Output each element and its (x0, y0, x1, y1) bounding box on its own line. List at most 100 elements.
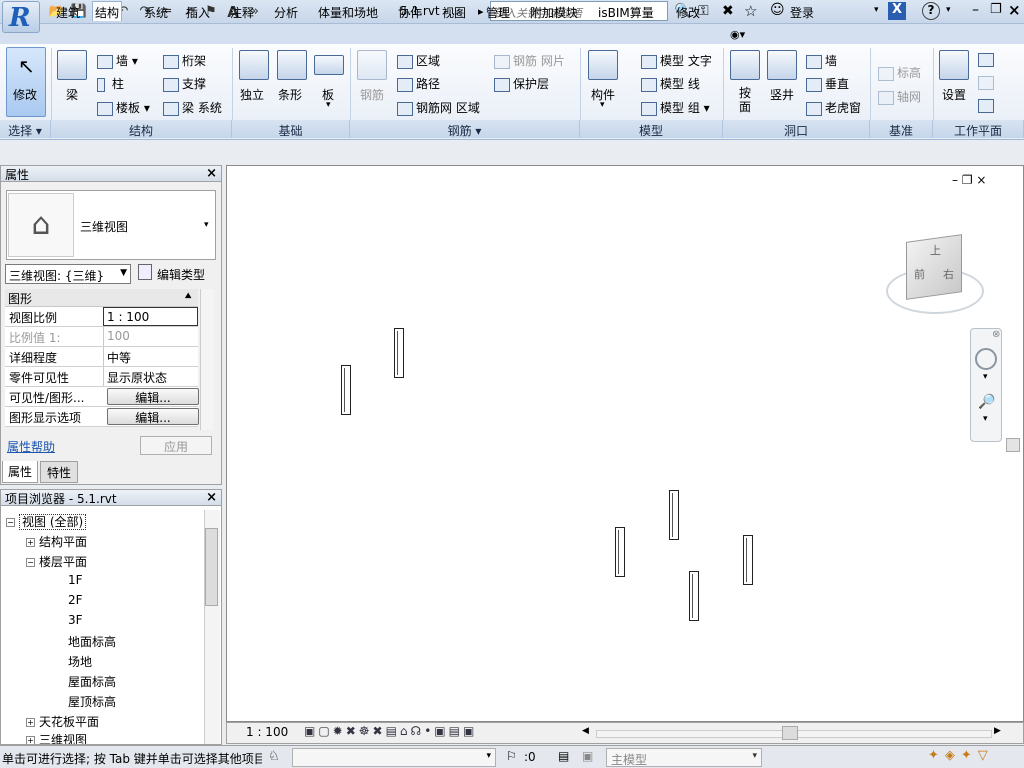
model-line-button[interactable]: 模型 线 (641, 75, 700, 92)
scroll-right-icon[interactable]: ▶ (994, 726, 1001, 736)
canvas-scroll-thumb[interactable] (1006, 438, 1020, 452)
properties-help-link[interactable]: 属性帮助 (7, 438, 55, 455)
tree-item-ground-level[interactable]: 地面标高 (68, 633, 116, 650)
model-selector[interactable]: 主模型 ▾ (606, 748, 762, 767)
view-scale[interactable]: 1 : 100 (246, 725, 288, 739)
expand-icon[interactable]: + (26, 718, 35, 727)
editing-requests-icon[interactable]: ⚐ (506, 749, 517, 763)
vg-edit-button[interactable]: 编辑... (107, 388, 199, 405)
workset-icon[interactable]: ♘ (268, 749, 280, 764)
isolated-foundation-icon[interactable] (239, 50, 269, 80)
view-control-icons[interactable]: ▣▢✹✖☸✖▤⌂☊•▣▤▣ (304, 724, 477, 738)
viewcube-right[interactable]: 右 (943, 266, 954, 282)
tab-collaborate[interactable]: 协作 (396, 3, 424, 21)
selection-filter-icons[interactable]: ✦◈✦▽ (928, 748, 994, 763)
type-dropdown-icon[interactable]: ▾ (204, 220, 209, 230)
login-link[interactable]: 登录 (790, 4, 814, 21)
component-dropdown-icon[interactable]: ▾ (600, 100, 605, 110)
column-button[interactable]: 柱 (97, 75, 124, 92)
tab-annotate[interactable]: 注释 (228, 3, 256, 21)
panel-select[interactable]: 选择 ▾ (0, 120, 51, 138)
set-workplane-button[interactable]: 设置 (942, 86, 966, 103)
path-rebar-button[interactable]: 路径 (397, 75, 440, 92)
area-rebar-button[interactable]: 区域 (397, 52, 440, 69)
component-icon[interactable] (588, 50, 618, 80)
model-group-button[interactable]: 模型 组 ▾ (641, 99, 710, 116)
vertical-opening-button[interactable]: 垂直 (806, 75, 849, 92)
tab-analyze[interactable]: 分析 (272, 3, 300, 21)
scroll-left-icon[interactable]: ◀ (582, 726, 589, 736)
collapse-icon[interactable]: − (26, 558, 35, 567)
isolated-foundation-button[interactable]: 独立 (240, 86, 264, 103)
tree-item-2f[interactable]: 2F (68, 593, 83, 607)
close-icon[interactable]: × (1008, 1, 1021, 19)
truss-button[interactable]: 桁架 (163, 52, 206, 69)
structural-column[interactable] (394, 328, 404, 378)
foundation-slab-icon[interactable] (314, 55, 344, 75)
opening-by-face-button[interactable]: 按 面 (739, 86, 751, 114)
opening-by-face-icon[interactable] (730, 50, 760, 80)
beam-system-button[interactable]: 梁 系统 (163, 99, 222, 116)
workset-selector[interactable]: ▾ (292, 748, 496, 767)
close-icon[interactable]: ⊗ (992, 329, 1000, 340)
login-dropdown-icon[interactable]: ▾ (874, 5, 879, 15)
steering-wheel-icon[interactable] (975, 348, 997, 370)
tree-ceiling-plans[interactable]: + 天花板平面 (26, 713, 99, 730)
tab-isbim[interactable]: isBIM算量 (596, 3, 656, 21)
instance-selector[interactable]: 三维视图: {三维} ▼ (5, 264, 131, 284)
wall-foundation-icon[interactable] (277, 50, 307, 80)
structural-column[interactable] (341, 365, 351, 415)
tree-item-1f[interactable]: 1F (68, 573, 83, 587)
panel-rebar[interactable]: 钢筋 ▾ (350, 120, 580, 138)
properties-scrollbar[interactable] (200, 289, 214, 430)
zoom-icon[interactable]: 🔎 (978, 394, 995, 410)
help-dropdown-icon[interactable]: ▾ (946, 5, 951, 15)
tab-modify[interactable]: 修改 (674, 3, 702, 21)
section-graphics[interactable]: 图形 ⯅ (5, 289, 198, 307)
ribbon-minimize-icon[interactable]: ◉▾ (730, 28, 745, 41)
fabric-area-button[interactable]: 钢筋网 区域 (397, 99, 480, 116)
ref-plane-icon[interactable] (978, 75, 997, 90)
design-options-icon[interactable]: ▤ (558, 749, 569, 763)
prop-row-parts-visibility[interactable]: 零件可见性 显示原状态 (5, 367, 198, 387)
tab-view[interactable]: 视图 (440, 3, 468, 21)
tab-insert[interactable]: 插入 (184, 3, 212, 21)
tree-item-3f[interactable]: 3F (68, 613, 83, 627)
wall-button[interactable]: 墙 ▾ (97, 52, 138, 69)
edit-type-button[interactable]: 编辑类型 (157, 266, 205, 283)
structural-column[interactable] (743, 535, 753, 585)
tree-floor-plans[interactable]: − 楼层平面 (26, 553, 87, 570)
tab-architecture[interactable]: 建筑 (54, 3, 82, 21)
tree-3d-views[interactable]: + 三维视图 (26, 731, 87, 744)
tree-item-roof-level[interactable]: 屋面标高 (68, 673, 116, 690)
minimize-icon[interactable]: – (972, 2, 979, 18)
structural-column[interactable] (669, 490, 679, 540)
browser-scroll-thumb[interactable] (205, 528, 218, 606)
tab-structure[interactable]: 结构 (92, 1, 123, 21)
tab-properties[interactable]: 属性 (2, 461, 38, 483)
tab-massing-site[interactable]: 体量和场地 (316, 3, 380, 21)
favorites-star-icon[interactable]: ☆ (744, 2, 757, 20)
view-scale-input[interactable]: 1 : 100 (103, 307, 198, 326)
wheel-dropdown-icon[interactable]: ▾ (983, 372, 988, 382)
structural-column[interactable] (615, 527, 625, 577)
wall-opening-button[interactable]: 墙 (806, 52, 837, 69)
help-icon[interactable]: ? (922, 2, 940, 20)
exchange-apps-icon[interactable]: X (888, 2, 906, 20)
expand-arrow-icon[interactable]: ▸ (478, 5, 484, 18)
tree-views-all[interactable]: − 视图 (全部) (6, 513, 87, 530)
tab-addins[interactable]: 附加模块 (528, 3, 580, 21)
close-icon[interactable]: × (206, 166, 217, 181)
structural-column[interactable] (689, 571, 699, 621)
close-icon[interactable]: × (206, 490, 217, 505)
tree-structural-plans[interactable]: + 结构平面 (26, 533, 87, 550)
tree-item-roof-top-level[interactable]: 屋顶标高 (68, 693, 116, 710)
tree-item-site[interactable]: 场地 (68, 653, 92, 670)
dormer-button[interactable]: 老虎窗 (806, 99, 861, 116)
shaft-icon[interactable] (767, 50, 797, 80)
show-workplane-icon[interactable] (978, 52, 997, 67)
subscription-icon[interactable]: ✖ (722, 3, 734, 19)
shaft-button[interactable]: 竖井 (770, 86, 794, 103)
graphic-display-edit-button[interactable]: 编辑... (107, 408, 199, 425)
prop-row-detail-level[interactable]: 详细程度 中等 (5, 347, 198, 367)
